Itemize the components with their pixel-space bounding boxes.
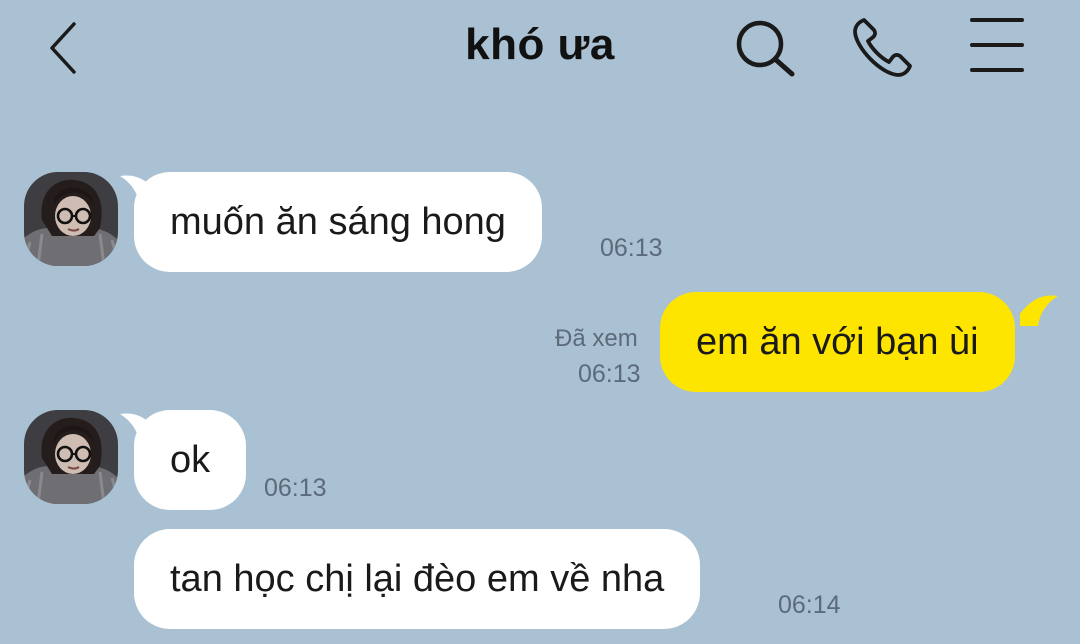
message-text: muốn ăn sáng hong xyxy=(170,201,506,243)
search-icon xyxy=(736,20,795,77)
message-text: ok xyxy=(170,439,211,481)
menu-button[interactable] xyxy=(962,14,1030,82)
phone-icon xyxy=(853,18,912,77)
search-button[interactable] xyxy=(730,14,798,82)
message-time: 06:13 xyxy=(264,474,327,502)
message-time: 06:13 xyxy=(600,234,663,262)
avatar-photo xyxy=(24,410,118,504)
message-bubble-incoming[interactable]: muốn ăn sáng hong xyxy=(134,172,542,272)
message-time: 06:13 xyxy=(578,360,641,388)
message-text: tan học chị lại đèo em về nha xyxy=(170,558,665,600)
message-bubble-outgoing[interactable]: em ăn với bạn ùi xyxy=(660,292,1015,392)
message-time: 06:14 xyxy=(778,591,841,619)
menu-icon xyxy=(970,18,1024,72)
read-status: Đã xem xyxy=(555,325,638,352)
chat-header: khó ưa xyxy=(0,0,1080,100)
contact-avatar[interactable] xyxy=(24,172,118,266)
chat-title: khó ưa xyxy=(465,20,615,69)
message-bubble-incoming[interactable]: ok xyxy=(134,410,247,510)
avatar-photo xyxy=(24,172,118,266)
call-button[interactable] xyxy=(848,14,916,82)
message-bubble-incoming[interactable]: tan học chị lại đèo em về nha xyxy=(134,529,701,629)
contact-avatar[interactable] xyxy=(24,410,118,504)
bubble-tail xyxy=(1020,295,1058,326)
message-text: em ăn với bạn ùi xyxy=(696,321,979,363)
